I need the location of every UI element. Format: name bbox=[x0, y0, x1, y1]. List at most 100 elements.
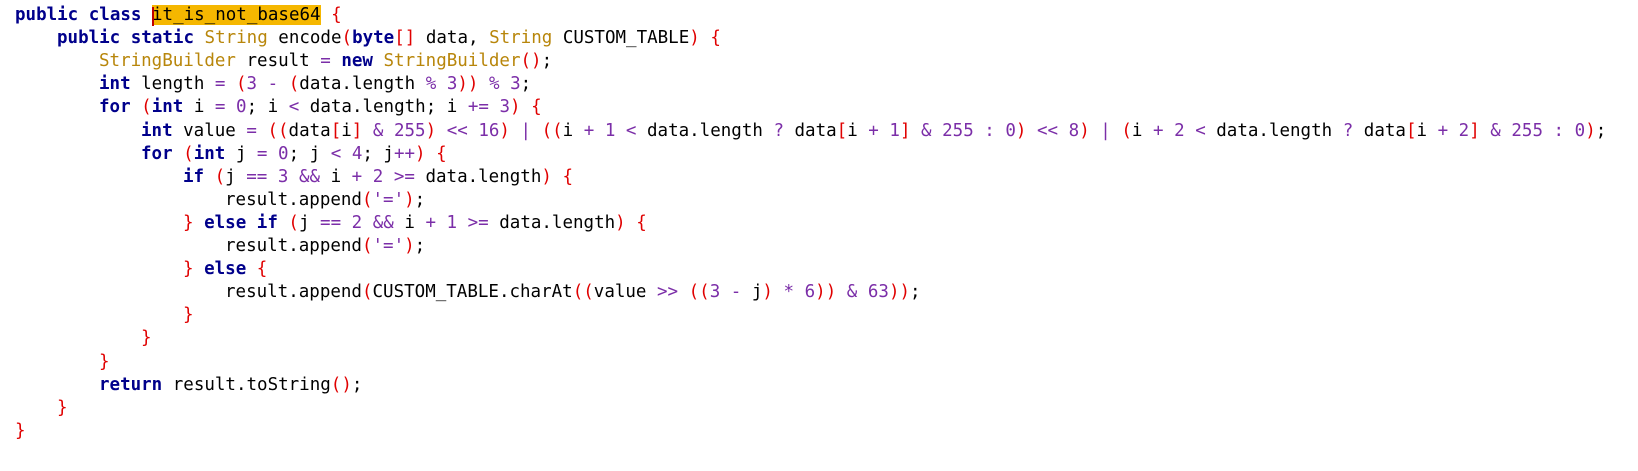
identifier-token: length bbox=[130, 74, 215, 95]
identifier-token: j bbox=[741, 282, 763, 303]
code-line[interactable]: return result.toString(); bbox=[15, 374, 362, 397]
identifier-token bbox=[436, 74, 447, 94]
identifier-token: i bbox=[341, 120, 352, 141]
code-line[interactable]: } bbox=[15, 304, 194, 327]
identifier-token bbox=[1501, 121, 1512, 141]
number-token: 2 bbox=[1458, 120, 1470, 141]
code-line[interactable]: int value = ((data[i] & 255) << 16) | ((… bbox=[15, 120, 1606, 143]
punctuation-token: () bbox=[520, 51, 542, 72]
punctuation-token: } bbox=[183, 212, 194, 233]
identifier-token bbox=[194, 259, 205, 279]
identifier-token bbox=[362, 167, 373, 187]
operator-token: * bbox=[783, 282, 795, 303]
operator-token: & bbox=[372, 120, 384, 141]
punctuation-token: { bbox=[710, 28, 721, 49]
code-line[interactable]: } bbox=[15, 327, 152, 350]
punctuation-token: )) bbox=[815, 282, 837, 303]
punctuation-token: ( bbox=[361, 189, 373, 210]
punctuation-token: ( bbox=[288, 74, 300, 95]
identifier-token bbox=[1164, 121, 1175, 141]
operator-token: >= bbox=[393, 166, 415, 187]
number-token: 16 bbox=[478, 120, 500, 141]
punctuation-token: { bbox=[531, 97, 542, 118]
identifier-token bbox=[995, 121, 1006, 141]
code-line[interactable]: for (int i = 0; i < data.length; i += 3)… bbox=[15, 96, 542, 119]
identifier-token: ; j bbox=[288, 143, 331, 164]
operator-token: | bbox=[520, 120, 532, 141]
type-token: StringBuilder bbox=[99, 51, 236, 72]
identifier-token: result.append bbox=[225, 189, 362, 210]
punctuation-token: (( bbox=[541, 120, 563, 141]
code-line[interactable]: for (int j = 0; j < 4; j++) { bbox=[15, 143, 447, 166]
number-token: 3 bbox=[277, 166, 289, 187]
identifier-token bbox=[1111, 121, 1122, 141]
punctuation-token: } bbox=[183, 259, 194, 280]
keyword-token: class bbox=[88, 5, 142, 25]
code-line[interactable]: result.append('='); bbox=[15, 189, 425, 212]
punctuation-token: { bbox=[562, 166, 573, 187]
punctuation-token: } bbox=[15, 420, 26, 441]
punctuation-token: (( bbox=[688, 282, 710, 303]
number-token: 0 bbox=[278, 143, 289, 164]
code-line[interactable]: } bbox=[15, 397, 68, 420]
code-line[interactable]: result.append(CUSTOM_TABLE.charAt((value… bbox=[15, 281, 921, 304]
code-line[interactable]: } else if (j == 2 && i + 1 >= data.lengt… bbox=[15, 212, 647, 235]
punctuation-token: )) bbox=[888, 282, 911, 303]
code-line[interactable]: public static String encode(byte[] data,… bbox=[15, 27, 721, 50]
code-line[interactable]: result.append('='); bbox=[15, 235, 425, 258]
code-line[interactable]: } else { bbox=[15, 258, 267, 281]
keyword-token: else bbox=[204, 212, 247, 233]
identifier-token bbox=[500, 74, 511, 94]
punctuation-token: ) bbox=[415, 143, 426, 164]
identifier-token bbox=[194, 213, 205, 233]
code-line[interactable]: } bbox=[15, 420, 26, 443]
type-token: String bbox=[204, 28, 268, 49]
code-line[interactable]: StringBuilder result = new StringBuilder… bbox=[15, 50, 552, 73]
punctuation-token: ) bbox=[425, 120, 437, 141]
punctuation-token: ( bbox=[214, 166, 226, 187]
operator-token: + bbox=[868, 120, 879, 141]
operator-token: = bbox=[320, 51, 331, 72]
punctuation-token: { bbox=[636, 212, 647, 233]
operator-token: << bbox=[446, 120, 468, 141]
identifier-token bbox=[321, 5, 332, 25]
identifier-token bbox=[267, 144, 278, 164]
punctuation-token: ) bbox=[541, 166, 552, 187]
identifier-token: ; bbox=[414, 189, 426, 210]
code-line[interactable]: int length = (3 - (data.length % 3)) % 3… bbox=[15, 73, 531, 96]
identifier-token: i bbox=[183, 97, 215, 118]
identifier-token bbox=[204, 167, 215, 187]
code-line[interactable]: public class it_is_not_base64 { bbox=[15, 4, 342, 27]
identifier-token bbox=[879, 121, 890, 141]
identifier-token: i bbox=[320, 166, 352, 187]
code-line[interactable]: } bbox=[15, 351, 110, 374]
code-editor[interactable]: ’ public class it_is_not_base64 {public … bbox=[0, 0, 1638, 471]
code-line[interactable]: if (j == 3 && i + 2 >= data.length) { bbox=[15, 166, 573, 189]
punctuation-token: (( bbox=[572, 282, 594, 303]
identifier-token bbox=[331, 51, 342, 71]
identifier-token bbox=[1090, 121, 1101, 141]
keyword-token: byte bbox=[352, 28, 395, 49]
operator-token: += bbox=[467, 97, 489, 118]
punctuation-token: ) bbox=[615, 212, 626, 233]
operator-token: - bbox=[267, 74, 279, 95]
identifier-token bbox=[1185, 121, 1196, 141]
identifier-token bbox=[489, 97, 500, 117]
identifier-token: ; bbox=[1595, 120, 1607, 141]
number-token: 255 bbox=[393, 120, 426, 141]
punctuation-token: (( bbox=[267, 120, 289, 141]
number-token: 255 bbox=[1511, 120, 1543, 141]
identifier-token bbox=[1480, 121, 1491, 141]
operator-token: < bbox=[625, 120, 637, 141]
identifier-token bbox=[1564, 121, 1575, 141]
highlighted-identifier: it_is_not_base64 bbox=[152, 5, 321, 26]
identifier-token bbox=[267, 167, 278, 187]
identifier-token bbox=[531, 121, 542, 141]
punctuation-token: ) bbox=[404, 189, 415, 210]
identifier-token bbox=[1448, 121, 1459, 141]
keyword-token: int bbox=[141, 120, 173, 141]
identifier-token bbox=[836, 282, 847, 302]
identifier-token bbox=[341, 144, 352, 164]
identifier-token: j bbox=[225, 143, 257, 164]
punctuation-token: ) bbox=[1079, 120, 1090, 141]
